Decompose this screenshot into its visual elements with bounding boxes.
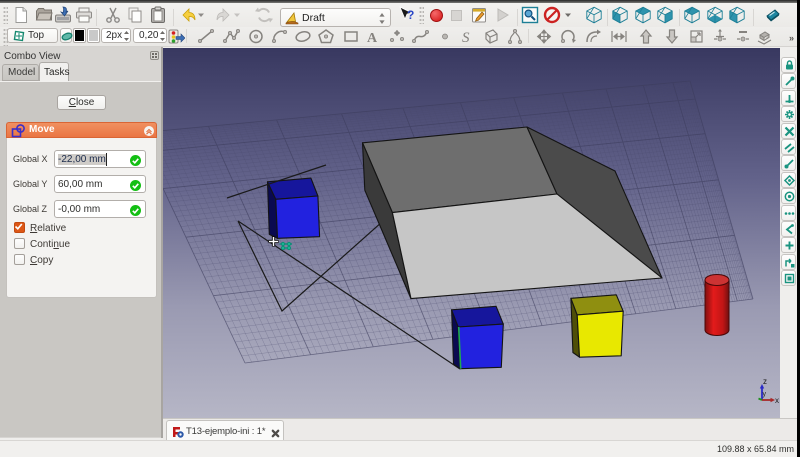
svg-text:z: z <box>763 377 767 386</box>
svg-text:A: A <box>367 31 378 45</box>
svg-text:S: S <box>462 30 470 45</box>
svg-text:x: x <box>775 396 779 405</box>
svg-text:y: y <box>763 391 767 398</box>
svg-text:?: ? <box>407 8 414 22</box>
